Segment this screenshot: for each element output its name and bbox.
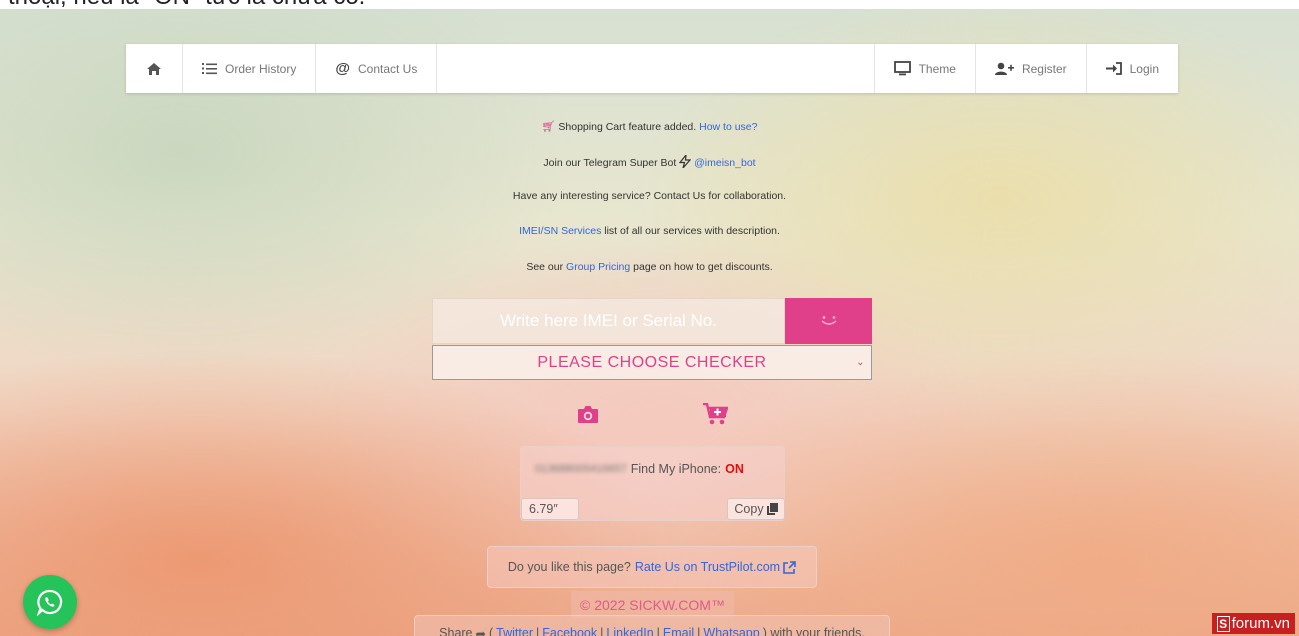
nav-login-label: Login: [1129, 61, 1159, 76]
share-sep: |: [600, 626, 604, 636]
share-linkedin-link[interactable]: LinkedIn: [606, 626, 653, 636]
nav-order-history-label: Order History: [225, 61, 297, 76]
share-box: Share ➦ ( Twitter | Facebook | LinkedIn …: [414, 615, 890, 636]
pricing-post: page on how to get discounts.: [633, 261, 773, 273]
share-twitter-link[interactable]: Twitter: [496, 626, 533, 636]
rate-us-box: Do you like this page? Rate Us on TrustP…: [487, 546, 817, 588]
copy-label: Copy: [734, 502, 764, 516]
services-note: IMEI/SN Services list of all our service…: [0, 225, 1299, 237]
user-plus-icon: [994, 62, 1014, 75]
status-badge: ON: [725, 462, 744, 476]
copyright: © 2022 SICKW.COM™: [571, 591, 734, 618]
result-line: 013688005416657 Find My iPhone: ON: [535, 462, 744, 476]
screen-size-value: 6.79″: [521, 498, 579, 520]
share-whatsapp-link[interactable]: Whatsapp: [703, 626, 759, 636]
nav-contact-us-label: Contact Us: [357, 61, 418, 76]
group-pricing-link[interactable]: Group Pricing: [566, 261, 630, 273]
share-open: (: [489, 626, 494, 636]
checker-select-value: PLEASE CHOOSE CHECKER: [537, 353, 767, 371]
trustpilot-link[interactable]: Rate Us on TrustPilot.com: [635, 560, 796, 574]
share-sep: |: [535, 626, 540, 636]
share-sep: |: [697, 626, 701, 636]
list-ordered-icon: [202, 63, 217, 75]
rate-text: Do you like this page?: [507, 560, 631, 574]
home-icon: [147, 62, 161, 75]
nav-home[interactable]: [126, 44, 183, 93]
smile-icon: [820, 316, 837, 325]
whatsapp-chat-button[interactable]: [23, 575, 77, 629]
share-icon: ➦: [475, 627, 486, 636]
nav-contact-us[interactable]: @ Contact Us: [316, 44, 438, 93]
nav-theme[interactable]: Theme: [873, 44, 975, 93]
share-email-link[interactable]: Email: [663, 626, 694, 636]
share-post: ) with your friends.: [762, 626, 865, 636]
result-label: Find My iPhone:: [630, 462, 722, 476]
cart-announcement-text: Shopping Cart feature added.: [558, 121, 697, 133]
external-link-icon: [783, 560, 796, 574]
top-caption: thoại, nếu là "ON" tức là chưa có.: [8, 0, 365, 9]
result-card: 013688005416657 Find My iPhone: ON 6.79″…: [520, 446, 785, 521]
check-submit-button[interactable]: [785, 298, 872, 344]
telegram-text: Join our Telegram Super Bot: [543, 157, 677, 169]
cart-plus-icon: 🛒︎: [541, 121, 556, 133]
watermark-text: forum.vn: [1231, 615, 1290, 632]
sign-in-icon: [1105, 62, 1122, 75]
nav-theme-label: Theme: [918, 61, 956, 76]
cart-plus-icon[interactable]: [703, 403, 728, 425]
watermark-logo: S: [1216, 615, 1230, 632]
sforum-watermark: S forum.vn: [1211, 613, 1295, 634]
at-icon: @: [335, 60, 350, 77]
nav-register[interactable]: Register: [974, 44, 1086, 93]
lightning-icon: [678, 153, 692, 169]
pricing-note: See our Group Pricing page on how to get…: [0, 261, 1299, 273]
whatsapp-icon: [36, 589, 63, 616]
nav-login[interactable]: Login: [1085, 44, 1178, 93]
share-sep: |: [656, 626, 660, 636]
camera-icon[interactable]: [577, 405, 599, 424]
checker-select[interactable]: PLEASE CHOOSE CHECKER ⌄: [432, 345, 872, 380]
top-caption-strip: thoại, nếu là "ON" tức là chưa có.: [0, 0, 1299, 9]
telegram-bot-link[interactable]: @imeisn_bot: [694, 157, 755, 169]
monitor-icon: [893, 61, 911, 76]
copy-button[interactable]: Copy: [727, 498, 785, 520]
how-to-use-link[interactable]: How to use?: [699, 121, 757, 133]
imei-input[interactable]: [432, 298, 785, 344]
trustpilot-link-label: Rate Us on TrustPilot.com: [634, 560, 781, 574]
chevron-down-icon: ⌄: [856, 357, 865, 368]
result-imei: 013688005416657: [535, 463, 627, 475]
services-text: list of all our services with descriptio…: [604, 225, 780, 237]
telegram-announcement: Join our Telegram Super Bot @imeisn_bot: [0, 153, 1299, 169]
collab-note: Have any interesting service? Contact Us…: [0, 190, 1299, 202]
services-link[interactable]: IMEI/SN Services: [519, 225, 601, 237]
copy-icon: [766, 503, 778, 515]
collab-text: Have any interesting service? Contact Us…: [512, 190, 787, 202]
nav-order-history[interactable]: Order History: [183, 44, 317, 93]
cart-announcement: 🛒︎ Shopping Cart feature added. How to u…: [0, 120, 1299, 133]
pricing-pre: See our: [526, 261, 564, 273]
nav-register-label: Register: [1021, 61, 1067, 76]
top-navbar: Order History @ Contact Us Theme Registe…: [126, 44, 1178, 93]
share-facebook-link[interactable]: Facebook: [542, 626, 597, 636]
share-pre: Share: [439, 626, 473, 636]
